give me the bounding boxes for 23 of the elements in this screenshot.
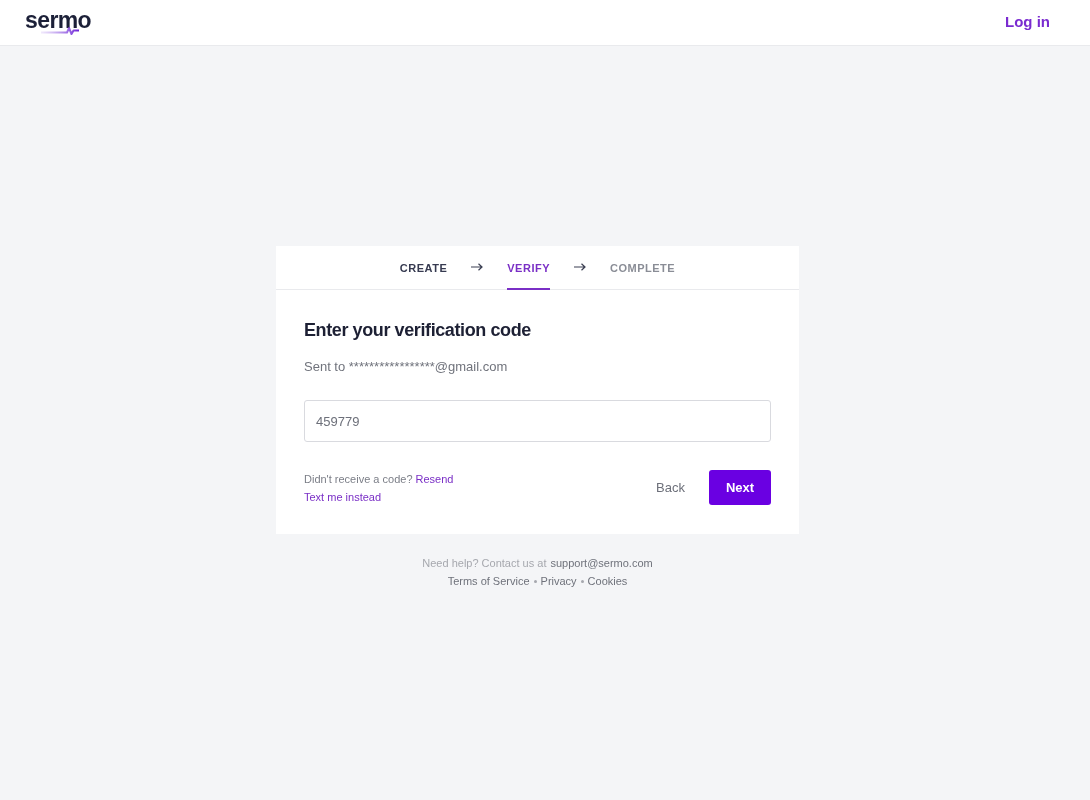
arrow-right-icon xyxy=(574,262,586,271)
sent-to-text: Sent to *****************@gmail.com xyxy=(304,358,509,376)
resend-link[interactable]: Resend xyxy=(415,470,454,488)
step-label: CREATE xyxy=(399,260,448,276)
resend-prompt: Didn't receive a code? xyxy=(304,472,413,487)
next-button[interactable]: Next xyxy=(709,470,771,505)
support-email-link[interactable]: support@sermo.com xyxy=(550,554,653,572)
separator-dot-icon xyxy=(580,579,584,583)
text-me-link[interactable]: Text me instead xyxy=(304,488,382,506)
footer-link[interactable]: Privacy xyxy=(540,572,577,590)
back-button[interactable]: Back xyxy=(644,470,697,505)
pulse-line-icon xyxy=(41,27,79,35)
arrow-right-icon xyxy=(471,262,484,271)
help-text: Need help? Contact us at xyxy=(422,556,547,571)
separator-dot-icon xyxy=(533,579,537,583)
step-label: COMPLETE xyxy=(610,260,676,276)
footer-link[interactable]: Cookies xyxy=(587,572,628,590)
login-link[interactable]: Log in xyxy=(1005,12,1050,30)
logo[interactable]: sermo xyxy=(25,8,92,32)
code-input[interactable]: 459779 xyxy=(304,400,771,442)
form-title: Enter your verification code xyxy=(304,319,532,341)
step-label: VERIFY xyxy=(507,246,550,290)
footer-link[interactable]: Terms of Service xyxy=(447,572,530,590)
